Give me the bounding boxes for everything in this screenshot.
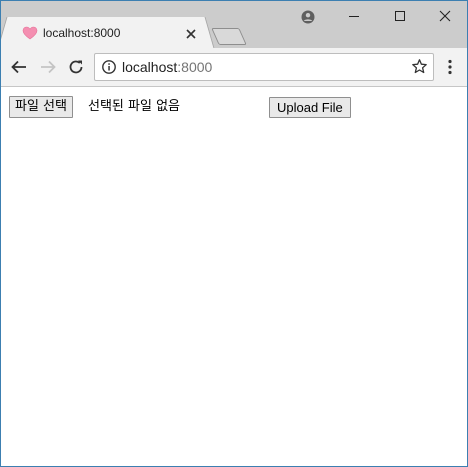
upload-file-button[interactable]: Upload File	[269, 97, 351, 118]
url-host: localhost	[122, 59, 178, 75]
page-content: 파일 선택 선택된 파일 없음 Upload File	[1, 87, 467, 466]
close-window-button[interactable]	[422, 1, 467, 31]
star-icon[interactable]	[411, 58, 428, 75]
browser-tab[interactable]: localhost:8000	[10, 17, 202, 48]
maximize-icon	[395, 11, 405, 21]
more-vert-icon[interactable]	[444, 58, 456, 76]
profile-button[interactable]	[284, 1, 330, 31]
title-bar: localhost:8000	[1, 1, 467, 48]
browser-window: localhost:8000 localhost:8000 파일 선택 선택된 …	[0, 0, 468, 467]
browser-toolbar: localhost:8000	[1, 48, 467, 87]
close-icon	[439, 10, 451, 22]
url-text: localhost:8000	[122, 59, 212, 75]
forward-arrow-icon[interactable]	[39, 58, 57, 76]
minimize-icon	[349, 16, 359, 17]
tab-close-icon[interactable]	[184, 26, 198, 40]
url-port: :8000	[177, 59, 213, 75]
tab-title: localhost:8000	[43, 26, 121, 40]
reload-icon[interactable]	[67, 58, 85, 76]
address-bar[interactable]: localhost:8000	[94, 53, 434, 81]
new-tab-button[interactable]	[211, 28, 247, 45]
maximize-button[interactable]	[377, 1, 423, 31]
choose-file-button[interactable]: 파일 선택	[9, 96, 73, 118]
minimize-button[interactable]	[331, 1, 377, 31]
profile-icon	[301, 10, 315, 24]
file-status-text: 선택된 파일 없음	[88, 99, 180, 114]
heart-icon	[22, 25, 38, 41]
info-icon[interactable]	[101, 59, 117, 75]
back-arrow-icon[interactable]	[10, 58, 28, 76]
